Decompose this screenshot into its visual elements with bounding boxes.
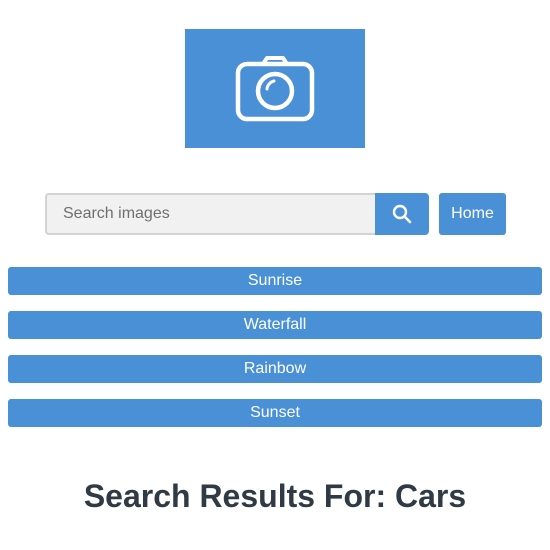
- logo: [185, 29, 365, 148]
- suggestion-button-sunrise[interactable]: Sunrise: [8, 267, 542, 295]
- search-button[interactable]: [375, 193, 429, 235]
- home-button[interactable]: Home: [439, 193, 506, 235]
- search-input[interactable]: [45, 193, 375, 235]
- suggestion-button-sunset[interactable]: Sunset: [8, 399, 542, 427]
- camera-icon: [235, 55, 315, 121]
- search-bar: Home: [45, 193, 506, 235]
- results-heading: Search Results For: Cars: [83, 478, 467, 514]
- suggestion-list: Sunrise Waterfall Rainbow Sunset: [8, 267, 542, 443]
- search-icon: [392, 204, 412, 224]
- page: Home Sunrise Waterfall Rainbow Sunset Se…: [0, 0, 550, 550]
- suggestion-button-waterfall[interactable]: Waterfall: [8, 311, 542, 339]
- suggestion-button-rainbow[interactable]: Rainbow: [8, 355, 542, 383]
